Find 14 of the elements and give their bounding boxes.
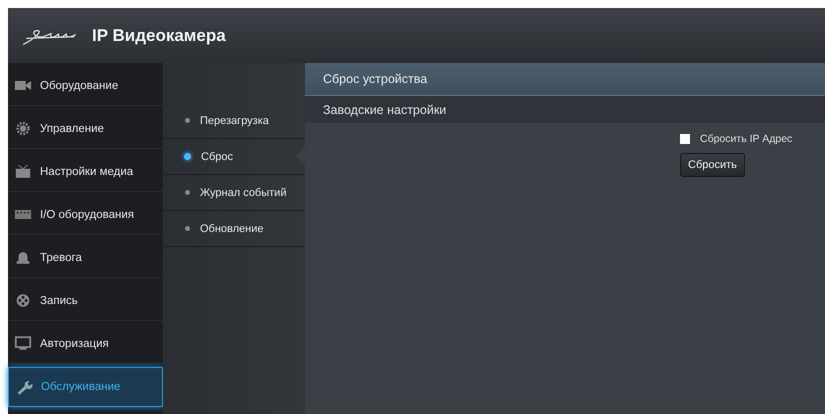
bell-icon <box>14 250 32 265</box>
tv-icon <box>14 164 32 179</box>
panel-icon <box>14 207 32 222</box>
reset-ip-checkbox[interactable]: Сбросить IP Адрес <box>680 133 792 145</box>
section-header: Заводские настройки <box>305 96 825 123</box>
panel-title: Сброс устройства <box>305 63 825 96</box>
wrench-icon <box>15 380 33 394</box>
camera-icon <box>14 78 32 93</box>
nav-item[interactable]: Обслуживание <box>8 367 163 407</box>
app-title: IP Видеокамера <box>92 26 226 46</box>
monitor-icon <box>14 336 32 351</box>
film-reel-icon <box>14 293 32 308</box>
reset-button[interactable]: Сбросить <box>680 153 745 177</box>
gear-icon <box>14 121 32 136</box>
